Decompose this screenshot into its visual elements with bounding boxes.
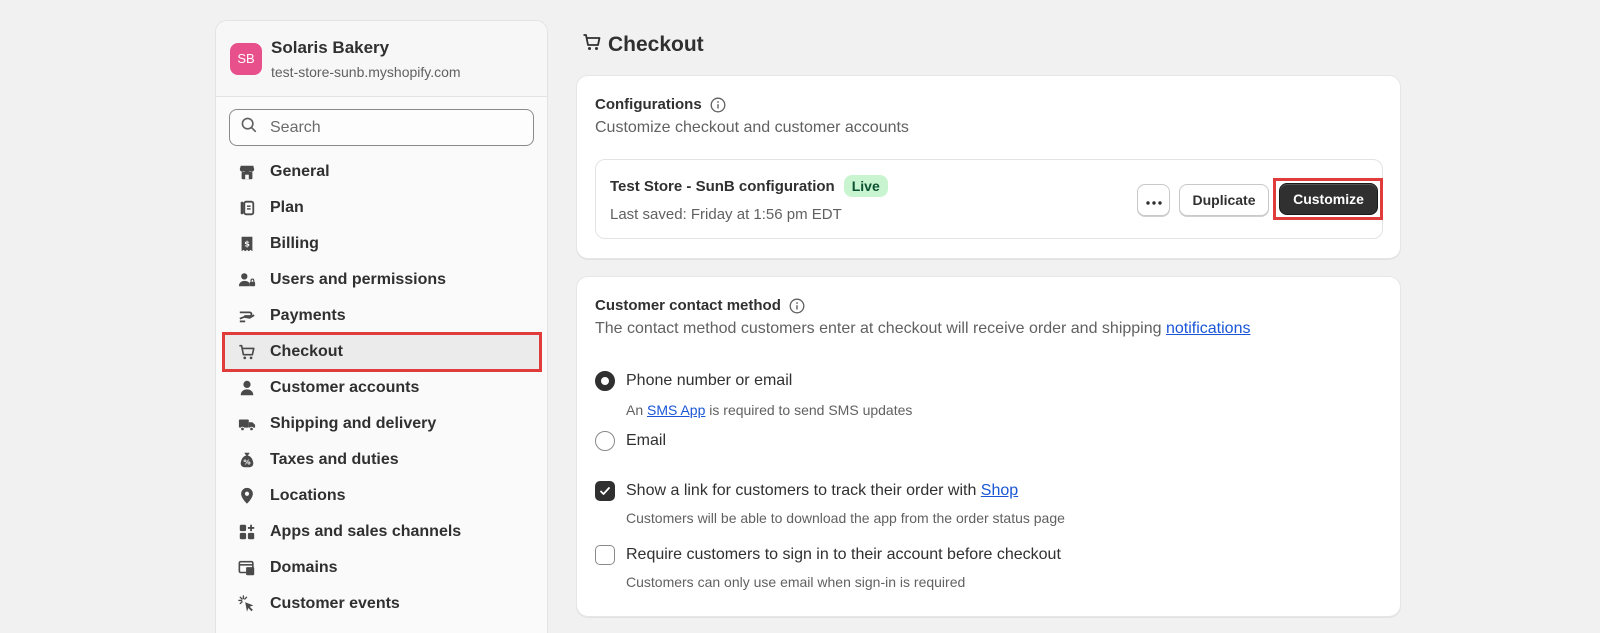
contact-description-text: The contact method customers enter at ch…	[595, 320, 1166, 337]
nav-label: General	[270, 163, 330, 180]
contact-title-row: Customer contact method	[595, 297, 1250, 314]
location-pin-icon	[237, 486, 257, 506]
nav-item-domains[interactable]: Domains	[224, 550, 540, 586]
search-input[interactable]	[270, 118, 520, 137]
nav-item-shipping[interactable]: Shipping and delivery	[224, 406, 540, 442]
store-header[interactable]: SB Solaris Bakery test-store-sunb.myshop…	[216, 21, 547, 97]
require-signin-checkbox[interactable]	[595, 545, 615, 565]
sms-help-suffix: is required to send SMS updates	[705, 402, 913, 418]
cart-icon	[582, 32, 602, 58]
nav-label: Domains	[270, 559, 338, 576]
configuration-item: Test Store - SunB configuration Live Las…	[595, 159, 1383, 239]
radio-option-phone-or-email[interactable]: Phone number or email	[595, 371, 792, 391]
nav-label: Customer events	[270, 595, 400, 612]
duplicate-button[interactable]: Duplicate	[1179, 184, 1269, 216]
configurations-title: Configurations	[595, 96, 702, 113]
configurations-subtitle: Customize checkout and customer accounts	[595, 119, 909, 136]
nav-label: Taxes and duties	[270, 451, 399, 468]
settings-sidebar: SB Solaris Bakery test-store-sunb.myshop…	[215, 20, 548, 633]
track-order-label: Show a link for customers to track their…	[626, 482, 1018, 500]
tax-bag-icon: %	[237, 450, 257, 470]
nav-item-taxes[interactable]: % Taxes and duties	[224, 442, 540, 478]
receipt-dollar-icon: $	[237, 234, 257, 254]
radio-label: Phone number or email	[626, 372, 793, 389]
nav-item-customer-accounts[interactable]: Customer accounts	[224, 370, 540, 406]
contact-description: The contact method customers enter at ch…	[595, 320, 1250, 338]
nav-item-plan[interactable]: Plan	[224, 190, 540, 226]
customize-button[interactable]: Customize	[1279, 183, 1378, 215]
nav-item-apps[interactable]: Apps and sales channels	[224, 514, 540, 550]
truck-icon	[237, 414, 257, 434]
sms-help-text: An SMS App is required to send SMS updat…	[626, 402, 912, 418]
info-icon[interactable]	[789, 298, 805, 314]
shop-link[interactable]: Shop	[981, 482, 1018, 499]
configurations-title-row: Configurations	[595, 96, 909, 113]
sms-help-prefix: An	[626, 402, 648, 418]
store-icon	[237, 162, 257, 182]
nav-item-general[interactable]: General	[224, 154, 540, 190]
require-signin-help: Customers can only use email when sign-i…	[626, 574, 966, 590]
nav-label: Locations	[270, 487, 346, 504]
more-actions-button[interactable]	[1137, 184, 1170, 216]
checkmark-icon	[600, 487, 610, 495]
search-box[interactable]	[229, 109, 534, 146]
svg-text:%: %	[243, 458, 250, 467]
users-lock-icon	[237, 270, 257, 290]
nav-label: Plan	[270, 199, 304, 216]
contact-title: Customer contact method	[595, 297, 781, 314]
apps-icon	[237, 522, 257, 542]
store-avatar: SB	[230, 42, 262, 75]
nav-item-billing[interactable]: $ Billing	[224, 226, 540, 262]
ellipsis-icon	[1145, 192, 1162, 208]
radio-label: Email	[626, 432, 667, 449]
track-order-checkbox[interactable]	[595, 481, 615, 501]
nav-label: Checkout	[270, 343, 343, 360]
person-icon	[237, 378, 257, 398]
search-icon	[240, 116, 258, 139]
nav-label: Customer accounts	[270, 379, 420, 396]
payments-hand-icon	[237, 306, 257, 326]
configurations-card: Configurations Customize checkout and cu…	[576, 75, 1401, 259]
domains-icon	[237, 558, 257, 578]
plan-icon	[237, 198, 257, 218]
info-icon[interactable]	[710, 97, 726, 113]
sms-app-link[interactable]: SMS App	[647, 402, 705, 418]
page-title-text: Checkout	[608, 33, 704, 56]
nav-label: Apps and sales channels	[270, 523, 462, 540]
track-order-label-text: Show a link for customers to track their…	[626, 482, 981, 499]
nav-item-payments[interactable]: Payments	[224, 298, 540, 334]
configuration-name: Test Store - SunB configuration	[610, 177, 835, 195]
nav-label: Shipping and delivery	[270, 415, 437, 432]
require-signin-option[interactable]: Require customers to sign in to their ac…	[595, 545, 1061, 565]
phone-or-email-radio[interactable]	[595, 371, 615, 391]
track-order-option[interactable]: Show a link for customers to track their…	[595, 481, 1018, 501]
store-url: test-store-sunb.myshopify.com	[271, 63, 461, 80]
page-title: Checkout	[582, 32, 704, 58]
customer-contact-card: Customer contact method The contact meth…	[576, 276, 1401, 617]
svg-text:$: $	[244, 239, 250, 249]
customize-highlight: Customize	[1273, 178, 1383, 220]
nav-label: Billing	[270, 235, 319, 252]
email-radio[interactable]	[595, 431, 615, 451]
nav-item-checkout[interactable]: Checkout	[222, 332, 542, 372]
configuration-name-row: Test Store - SunB configuration Live	[610, 175, 888, 197]
settings-nav: General Plan $ Billing Users and permiss…	[222, 154, 542, 622]
live-status-badge: Live	[843, 175, 888, 197]
track-order-help: Customers will be able to download the a…	[626, 510, 1065, 526]
nav-item-users[interactable]: Users and permissions	[224, 262, 540, 298]
nav-label: Users and permissions	[270, 271, 447, 288]
cart-icon	[237, 342, 257, 362]
notifications-link[interactable]: notifications	[1166, 320, 1251, 337]
last-saved-text: Last saved: Friday at 1:56 pm EDT	[610, 206, 842, 223]
cursor-click-icon	[237, 594, 257, 614]
radio-option-email[interactable]: Email	[595, 431, 666, 451]
store-name: Solaris Bakery	[271, 37, 390, 57]
require-signin-label: Require customers to sign in to their ac…	[626, 546, 1061, 563]
nav-label: Payments	[270, 307, 346, 324]
nav-item-customer-events[interactable]: Customer events	[224, 586, 540, 622]
nav-item-locations[interactable]: Locations	[224, 478, 540, 514]
